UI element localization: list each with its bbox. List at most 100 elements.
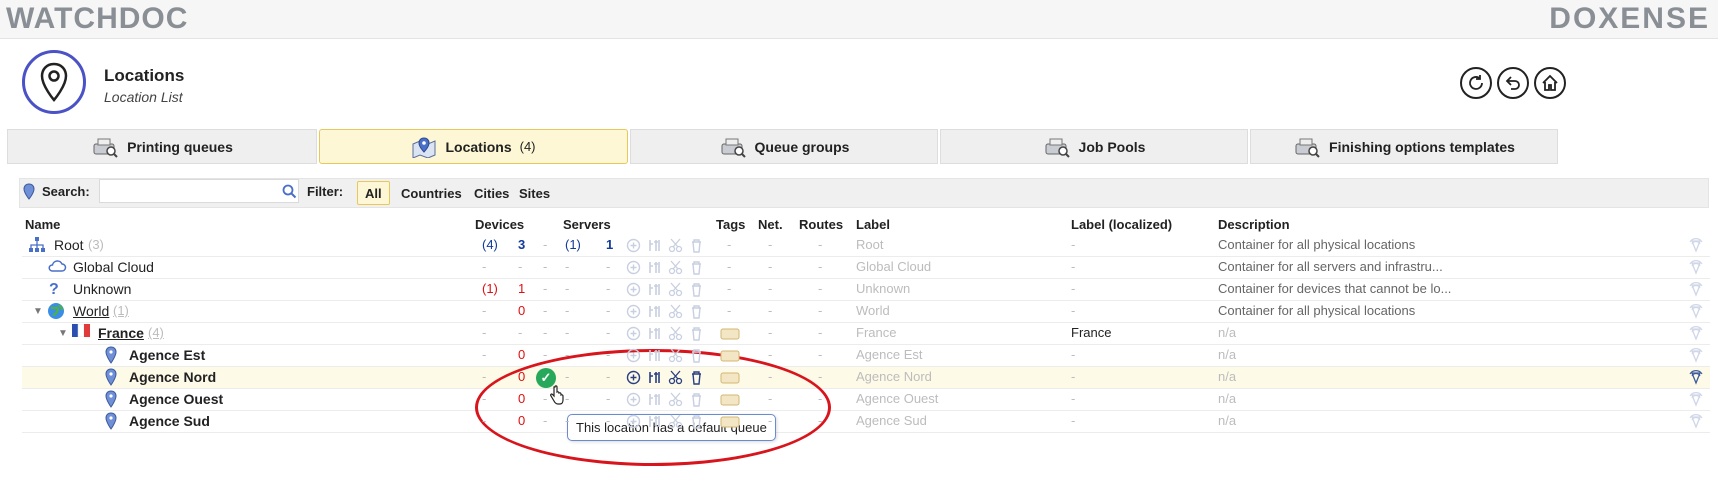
home-button[interactable] (1534, 67, 1566, 99)
tab-locations[interactable]: Locations (4) (319, 129, 628, 164)
cut-icon[interactable] (668, 326, 683, 344)
default-queue-check-icon[interactable]: ✓ (536, 368, 556, 388)
tag-icon[interactable] (720, 327, 740, 343)
tag-icon[interactable] (720, 415, 740, 431)
refresh-button[interactable] (1460, 67, 1492, 99)
broadcast-icon[interactable] (1687, 390, 1705, 411)
tab-job-pools[interactable]: Job Pools (940, 129, 1248, 164)
broadcast-icon[interactable] (1687, 368, 1705, 389)
row-actions (626, 326, 704, 344)
tags-placeholder: - (727, 259, 732, 274)
cut-icon[interactable] (668, 348, 683, 366)
tab-printing-queues[interactable]: Printing queues (7, 129, 317, 164)
row-actions (626, 370, 704, 388)
location-label: Agence Est (856, 347, 923, 362)
delete-icon[interactable] (689, 238, 704, 256)
col-tags[interactable]: Tags (716, 217, 745, 232)
cut-icon[interactable] (668, 282, 683, 300)
delete-icon[interactable] (689, 348, 704, 366)
tab-finishing-options-templates[interactable]: Finishing options templates (1250, 129, 1558, 164)
queue-settings-icon[interactable] (647, 282, 662, 300)
default-queue-placeholder: - (543, 347, 548, 362)
location-name[interactable]: Global Cloud (73, 259, 154, 275)
col-name[interactable]: Name (25, 217, 60, 232)
col-routes[interactable]: Routes (799, 217, 843, 232)
add-icon[interactable] (626, 260, 641, 278)
location-name[interactable]: World (73, 303, 109, 319)
globe-icon (47, 302, 65, 323)
cut-icon[interactable] (668, 238, 683, 256)
back-button[interactable] (1497, 67, 1529, 99)
tag-icon[interactable] (720, 371, 740, 387)
queue-settings-icon[interactable] (647, 326, 662, 344)
queue-settings-icon[interactable] (647, 414, 662, 432)
cut-icon[interactable] (668, 304, 683, 322)
cut-icon[interactable] (668, 370, 683, 388)
location-name[interactable]: Agence Ouest (129, 391, 223, 407)
broadcast-icon[interactable] (1687, 258, 1705, 279)
search-icon[interactable] (282, 184, 297, 199)
add-icon[interactable] (626, 370, 641, 388)
cut-icon[interactable] (668, 392, 683, 410)
delete-icon[interactable] (689, 414, 704, 432)
add-icon[interactable] (626, 414, 641, 432)
location-name[interactable]: Agence Nord (129, 369, 216, 385)
add-icon[interactable] (626, 238, 641, 256)
filter-cities[interactable]: Cities (467, 181, 516, 205)
add-icon[interactable] (626, 304, 641, 322)
add-icon[interactable] (626, 282, 641, 300)
tag-icon[interactable] (720, 349, 740, 365)
delete-icon[interactable] (689, 260, 704, 278)
queue-settings-icon[interactable] (647, 392, 662, 410)
default-queue-placeholder: - (543, 281, 548, 296)
expand-toggle-icon[interactable]: ▼ (58, 328, 68, 339)
col-net[interactable]: Net. (758, 217, 783, 232)
filter-sites[interactable]: Sites (512, 181, 557, 205)
servers-count: - (606, 413, 611, 428)
expand-toggle-icon[interactable]: ▼ (33, 306, 43, 317)
delete-icon[interactable] (689, 392, 704, 410)
tags-placeholder: - (727, 303, 732, 318)
location-name[interactable]: Unknown (73, 281, 131, 297)
delete-icon[interactable] (689, 282, 704, 300)
net-placeholder: - (768, 391, 773, 406)
broadcast-icon[interactable] (1687, 236, 1705, 257)
cut-icon[interactable] (668, 260, 683, 278)
delete-icon[interactable] (689, 326, 704, 344)
broadcast-icon[interactable] (1687, 412, 1705, 433)
broadcast-icon[interactable] (1687, 280, 1705, 301)
cut-icon[interactable] (668, 414, 683, 432)
col-devices[interactable]: Devices (475, 217, 524, 232)
broadcast-icon[interactable] (1687, 346, 1705, 367)
queue-settings-icon[interactable] (647, 260, 662, 278)
filter-all[interactable]: All (357, 181, 390, 205)
broadcast-icon[interactable] (1687, 302, 1705, 323)
doxense-logo: DOXENSE (1549, 2, 1710, 35)
location-name[interactable]: Agence Est (129, 347, 205, 363)
filter-countries[interactable]: Countries (394, 181, 469, 205)
search-input[interactable] (99, 179, 299, 203)
queue-settings-icon[interactable] (647, 238, 662, 256)
tab-queue-groups[interactable]: Queue groups (630, 129, 938, 164)
add-icon[interactable] (626, 348, 641, 366)
col-label[interactable]: Label (856, 217, 890, 232)
delete-icon[interactable] (689, 304, 704, 322)
add-icon[interactable] (626, 326, 641, 344)
queue-settings-icon[interactable] (647, 370, 662, 388)
location-name[interactable]: Root (54, 237, 84, 253)
add-icon[interactable] (626, 392, 641, 410)
location-name[interactable]: Agence Sud (129, 413, 210, 429)
col-description[interactable]: Description (1218, 217, 1290, 232)
col-label-localized[interactable]: Label (localized) (1071, 217, 1172, 232)
tag-icon[interactable] (720, 393, 740, 409)
delete-icon[interactable] (689, 370, 704, 388)
broadcast-icon[interactable] (1687, 324, 1705, 345)
queue-settings-icon[interactable] (647, 304, 662, 322)
location-name[interactable]: France (98, 325, 144, 341)
tab-label: Job Pools (1078, 138, 1146, 155)
col-servers[interactable]: Servers (563, 217, 611, 232)
default-queue-placeholder: - (543, 237, 548, 252)
devices-total: (4) (482, 237, 498, 252)
queue-settings-icon[interactable] (647, 348, 662, 366)
question-icon: ? (47, 280, 61, 301)
